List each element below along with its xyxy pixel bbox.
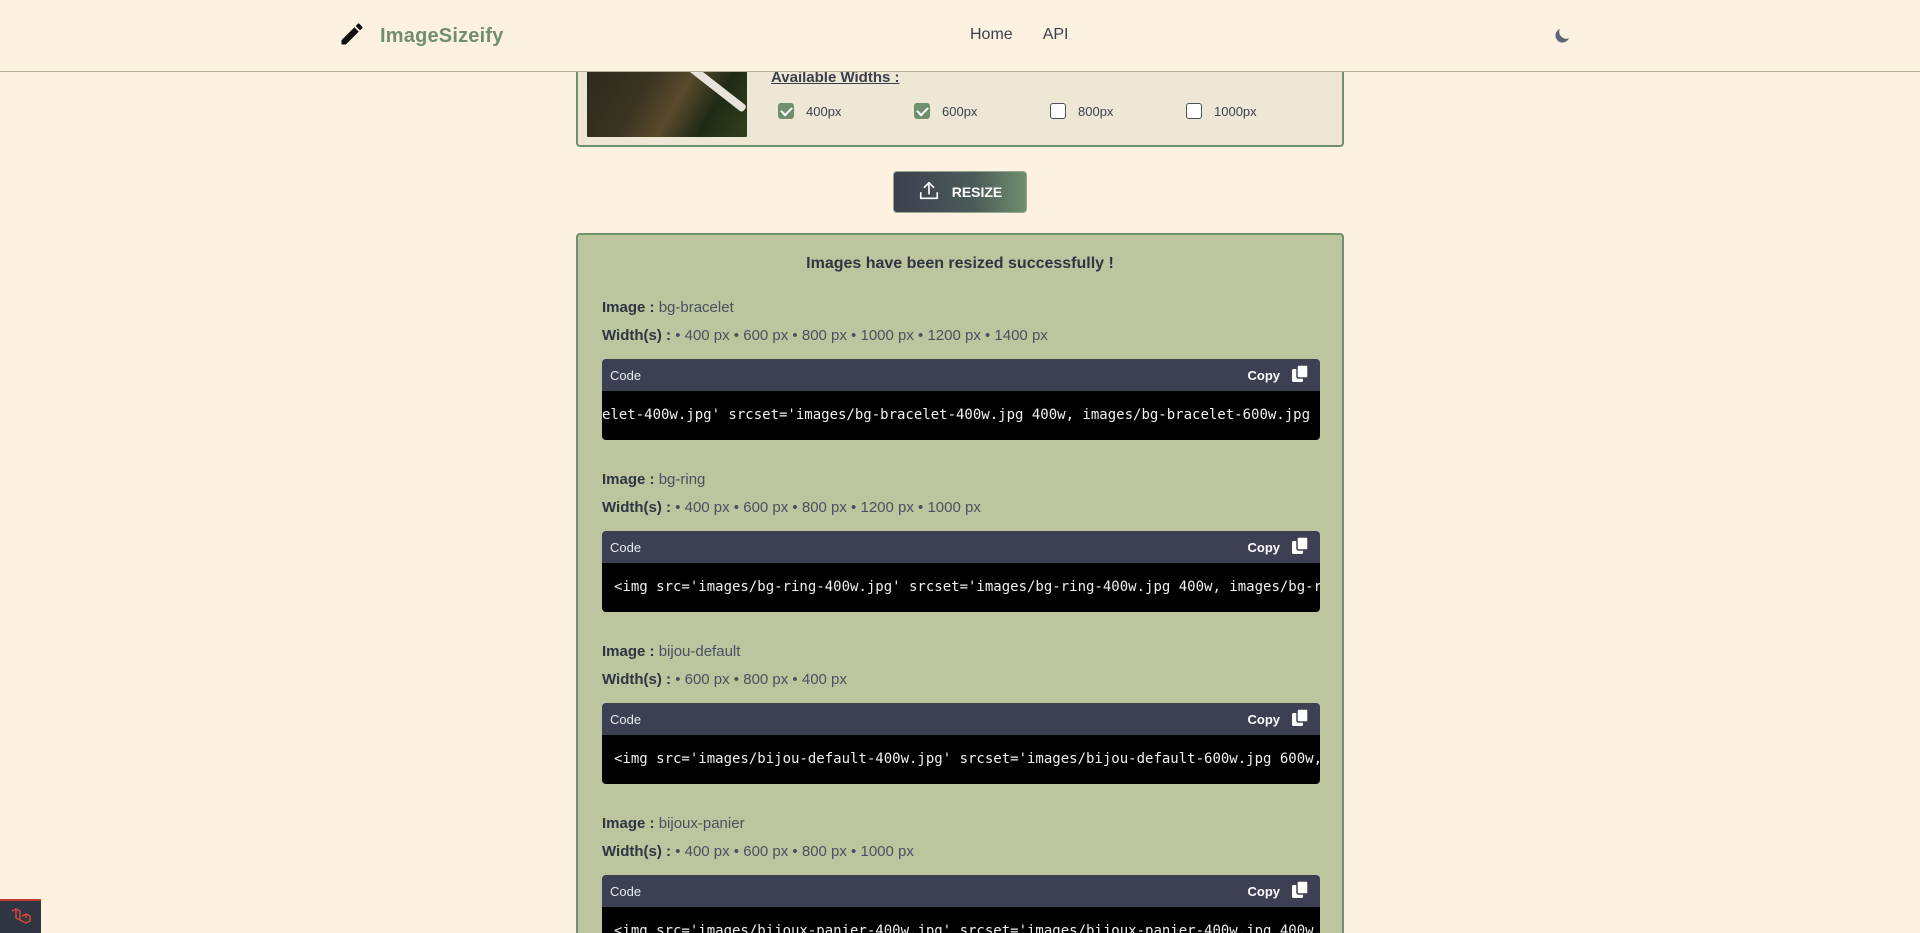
code-block: Code Copy <img src='images/bijou-default… — [602, 703, 1320, 784]
results-panel: Images have been resized successfully ! … — [576, 233, 1344, 933]
success-message: Images have been resized successfully ! — [806, 255, 1114, 272]
nav-api-link[interactable]: API — [1043, 26, 1069, 44]
resize-button[interactable]: RESIZE — [893, 171, 1027, 213]
nav-home-link[interactable]: Home — [970, 26, 1013, 44]
image-thumbnail — [587, 66, 747, 137]
widths-list: • 600 px • 800 px • 400 px — [675, 671, 847, 688]
copy-icon — [1290, 879, 1310, 903]
result-entry: Image : bg-ring Width(s) : • 400 px • 60… — [602, 469, 1320, 612]
code-snippet[interactable]: <img src='images/bg-ring-400w.jpg' srcse… — [602, 563, 1320, 612]
checkbox-600[interactable] — [914, 103, 930, 119]
copy-icon — [1290, 707, 1310, 731]
code-header: Code Copy — [602, 359, 1320, 391]
code-block: Code Copy <img src='images/bg-ring-400w.… — [602, 531, 1320, 612]
width-option-400[interactable]: 400px — [778, 103, 841, 119]
copy-button[interactable]: Copy — [1248, 707, 1311, 731]
brand-name: ImageSizeify — [380, 25, 504, 47]
image-name: bg-ring — [658, 471, 706, 488]
image-name-line: Image : bg-bracelet — [602, 299, 734, 316]
copy-button[interactable]: Copy — [1248, 535, 1311, 559]
widths-list: • 400 px • 600 px • 800 px • 1200 px • 1… — [675, 499, 981, 516]
image-name-line: Image : bijoux-panier — [602, 815, 745, 832]
resize-button-label: RESIZE — [951, 184, 1003, 200]
brand-logo[interactable]: ImageSizeify — [338, 20, 504, 53]
main-nav: Home API — [970, 26, 1068, 44]
widths-list: • 400 px • 600 px • 800 px • 1000 px — [675, 843, 914, 860]
laravel-icon[interactable] — [0, 899, 41, 933]
image-name-line: Image : bg-ring — [602, 471, 706, 488]
result-entry: Image : bijoux-panier Width(s) : • 400 p… — [602, 813, 1320, 933]
widths-line: Width(s) : • 400 px • 600 px • 800 px • … — [602, 327, 1048, 344]
code-label: Code — [610, 539, 642, 555]
code-block: Code Copy elet-400w.jpg' srcset='images/… — [602, 359, 1320, 440]
pencil-icon — [338, 20, 366, 53]
checkbox-1000[interactable] — [1186, 103, 1202, 119]
code-label: Code — [610, 367, 642, 383]
copy-button[interactable]: Copy — [1248, 879, 1311, 903]
image-name: bijou-default — [658, 643, 741, 660]
width-option-1000[interactable]: 1000px — [1186, 103, 1257, 119]
copy-icon — [1290, 535, 1310, 559]
checkbox-400[interactable] — [778, 103, 794, 119]
image-name-line: Image : bijou-default — [602, 643, 741, 660]
code-snippet[interactable]: elet-400w.jpg' srcset='images/bg-bracele… — [602, 391, 1320, 440]
widths-line: Width(s) : • 400 px • 600 px • 800 px • … — [602, 843, 914, 860]
checkbox-800[interactable] — [1050, 103, 1066, 119]
code-snippet[interactable]: <img src='images/bijoux-panier-400w.jpg'… — [602, 907, 1320, 933]
code-header: Code Copy — [602, 703, 1320, 735]
top-navbar: ImageSizeify Home API — [0, 0, 1920, 72]
widths-line: Width(s) : • 400 px • 600 px • 800 px • … — [602, 499, 981, 516]
code-block: Code Copy <img src='images/bijoux-panier… — [602, 875, 1320, 933]
image-name: bijoux-panier — [658, 815, 745, 832]
moon-icon[interactable] — [1552, 26, 1572, 46]
widths-line: Width(s) : • 600 px • 800 px • 400 px — [602, 671, 847, 688]
copy-button[interactable]: Copy — [1248, 363, 1311, 387]
width-option-600[interactable]: 600px — [914, 103, 977, 119]
code-header: Code Copy — [602, 531, 1320, 563]
image-name: bg-bracelet — [658, 299, 734, 316]
code-label: Code — [610, 711, 642, 727]
code-header: Code Copy — [602, 875, 1320, 907]
result-entry: Image : bg-bracelet Width(s) : • 400 px … — [602, 297, 1320, 440]
upload-icon — [918, 180, 940, 205]
width-option-800[interactable]: 800px — [1050, 103, 1113, 119]
copy-icon — [1290, 363, 1310, 387]
widths-list: • 400 px • 600 px • 800 px • 1000 px • 1… — [675, 327, 1048, 344]
code-snippet[interactable]: <img src='images/bijou-default-400w.jpg'… — [602, 735, 1320, 784]
code-label: Code — [610, 883, 642, 899]
result-entry: Image : bijou-default Width(s) : • 600 p… — [602, 641, 1320, 784]
